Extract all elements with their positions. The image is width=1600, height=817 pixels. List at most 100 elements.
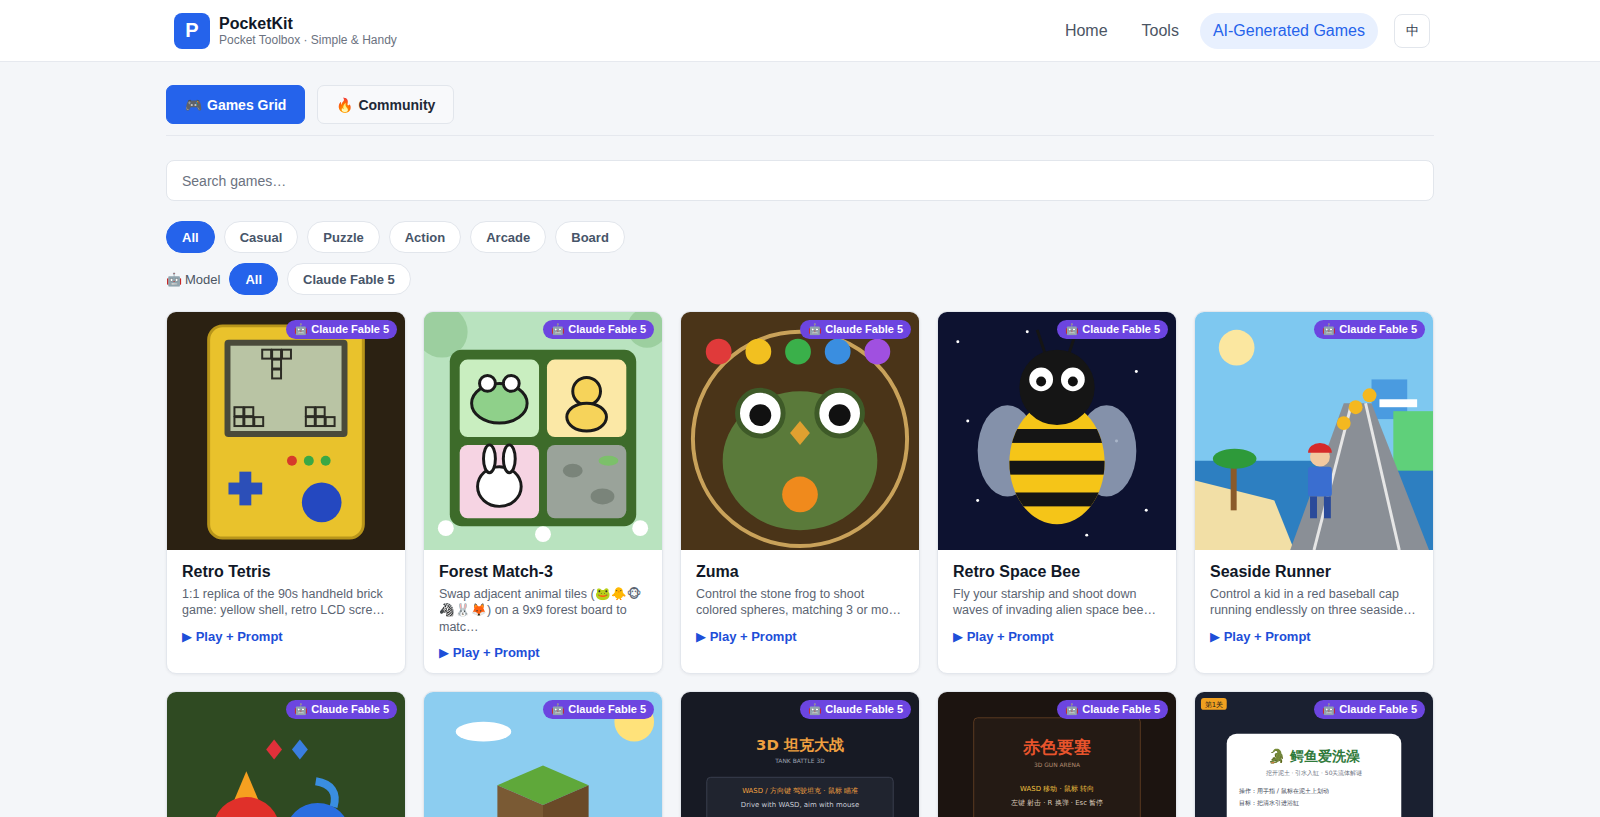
game-card[interactable]: 🤖 Claude Fable 5	[166, 691, 406, 817]
brand-tagline: Pocket Toolbox · Simple & Handy	[219, 33, 397, 47]
game-card[interactable]: 第1关 🐊 鳄鱼爱洗澡挖开泥土 · 引水入缸 · 50关流体解谜操作：用手指 / …	[1194, 691, 1434, 817]
logo-icon: P	[174, 13, 210, 49]
category-chip[interactable]: Casual	[224, 221, 299, 253]
game-description: Fly your starship and shoot down waves o…	[953, 586, 1161, 619]
games-grid: 🤖 Claude Fable 5 Retro Tetris 1:1 replica …	[166, 311, 1434, 817]
model-badge: 🤖 Claude Fable 5	[286, 320, 397, 339]
play-prompt-link[interactable]: ▶ Play + Prompt	[1210, 629, 1418, 644]
tab-icon: 🔥	[336, 97, 353, 113]
model-badge: 🤖 Claude Fable 5	[800, 700, 911, 719]
category-filters: All CasualPuzzle Action Arcade Board	[166, 221, 1434, 253]
game-card[interactable]: 🤖 Claude Fable 5 Seaside Runner Control a …	[1194, 311, 1434, 674]
thumbnail-line: WASD / 方向键 驾驶坦克 · 鼠标 瞄准	[742, 787, 858, 795]
category-chip[interactable]: Puzzle	[307, 221, 379, 253]
header-inner: P PocketKitPocket Toolbox · Simple & Hand…	[166, 0, 1434, 61]
game-thumbnail[interactable]: 3D 坦克大战TANK BATTLE 3DWASD / 方向键 驾驶坦克 · 鼠…	[681, 692, 919, 817]
game-thumbnail[interactable]: 🤖 Claude Fable 5	[681, 312, 919, 550]
language-button[interactable]: 中	[1394, 14, 1430, 48]
view-tab[interactable]: 🔥 Community	[317, 85, 454, 124]
game-card[interactable]: 🤖 Claude Fable 5 Retro Tetris 1:1 replica …	[166, 311, 406, 674]
model-filters: 🤖Model All Claude Fable 5	[166, 263, 1434, 295]
main-nav: HomeToolsAI-Generated Games 中	[1052, 13, 1430, 49]
game-title: Seaside Runner	[1210, 563, 1418, 581]
card-body: Zuma Control the stone frog to shoot colo…	[681, 550, 919, 657]
game-thumbnail[interactable]: 第1关 🐊 鳄鱼爱洗澡挖开泥土 · 引水入缸 · 50关流体解谜操作：用手指 / …	[1195, 692, 1433, 817]
main-content: 🎮 Games Grid 🔥 Community All CasualPuzzle Acti…	[166, 62, 1434, 817]
play-prompt-link[interactable]: ▶ Play + Prompt	[182, 629, 390, 644]
game-thumbnail[interactable]: 赤色要塞3D GUN ARENAWASD 移动 · 鼠标 转向左键 射击 · R…	[938, 692, 1176, 817]
game-title: Retro Tetris	[182, 563, 390, 581]
play-prompt-link[interactable]: ▶ Play + Prompt	[439, 645, 647, 660]
category-chip[interactable]: All	[166, 221, 215, 253]
tab-icon: 🎮	[185, 97, 202, 113]
game-title: Forest Match-3	[439, 563, 647, 581]
game-card[interactable]: 3D 坦克大战TANK BATTLE 3DWASD / 方向键 驾驶坦克 · 鼠…	[680, 691, 920, 817]
thumbnail-subtitle: 挖开泥土 · 引水入缸 · 50关流体解谜	[1266, 769, 1363, 776]
game-description: 1:1 replica of the 90s handheld brick ga…	[182, 586, 390, 619]
nav-item[interactable]: Home	[1052, 13, 1121, 49]
model-badge: 🤖 Claude Fable 5	[1057, 320, 1168, 339]
brand[interactable]: P PocketKitPocket Toolbox · Simple & Hand…	[174, 13, 397, 49]
card-body: Seaside Runner Control a kid in a red bas…	[1195, 550, 1433, 657]
category-chip[interactable]: Action	[389, 221, 461, 253]
model-badge: 🤖 Claude Fable 5	[800, 320, 911, 339]
model-badge: 🤖 Claude Fable 5	[1057, 700, 1168, 719]
model-badge: 🤖 Claude Fable 5	[1314, 320, 1425, 339]
game-thumbnail[interactable]: 🤖 Claude Fable 5	[424, 312, 662, 550]
view-tab[interactable]: 🎮 Games Grid	[166, 85, 305, 124]
stone-frog-icon	[681, 312, 919, 550]
model-badge: 🤖 Claude Fable 5	[543, 700, 654, 719]
model-badge: 🤖 Claude Fable 5	[1314, 700, 1425, 719]
play-prompt-link[interactable]: ▶ Play + Prompt	[953, 629, 1161, 644]
category-chip[interactable]: Arcade	[470, 221, 546, 253]
game-thumbnail[interactable]: 🤖 Claude Fable 5	[167, 312, 405, 550]
brand-name: PocketKit	[219, 14, 397, 33]
space-bee-icon	[938, 312, 1176, 550]
animal-tiles-icon	[424, 312, 662, 550]
card-body: Retro Tetris 1:1 replica of the 90s handh…	[167, 550, 405, 657]
game-card[interactable]: 🤖 Claude Fable 5	[423, 691, 663, 817]
game-thumbnail[interactable]: 🤖 Claude Fable 5	[424, 692, 662, 817]
thumbnail-subtitle: 3D GUN ARENA	[1034, 761, 1081, 768]
game-card[interactable]: 🤖 Claude Fable 5 Zuma Control the stone fr…	[680, 311, 920, 674]
handheld-console-icon	[167, 312, 405, 550]
thumbnail-line: 操作：用手指 / 鼠标在泥土上划动	[1239, 787, 1329, 795]
model-chip[interactable]: All	[229, 263, 278, 295]
model-badge: 🤖 Claude Fable 5	[543, 320, 654, 339]
nav-item[interactable]: AI-Generated Games	[1200, 13, 1378, 49]
model-badge: 🤖 Claude Fable 5	[286, 700, 397, 719]
game-description: Swap adjacent animal tiles (🐸🐥🐵🦓🐰🦊) on a…	[439, 586, 647, 635]
thumbnail-title: 赤色要塞	[1022, 737, 1091, 757]
tab-label: Games Grid	[207, 97, 286, 113]
thumbnail-title: 🐊 鳄鱼爱洗澡	[1268, 747, 1360, 765]
game-thumbnail[interactable]: 🤖 Claude Fable 5	[938, 312, 1176, 550]
level-tag: 第1关	[1205, 701, 1223, 709]
model-label: 🤖Model	[166, 272, 220, 287]
game-description: Control a kid in a red baseball cap runn…	[1210, 586, 1418, 619]
game-card[interactable]: 赤色要塞3D GUN ARENAWASD 移动 · 鼠标 转向左键 射击 · R…	[937, 691, 1177, 817]
top-header: P PocketKitPocket Toolbox · Simple & Hand…	[0, 0, 1600, 62]
search-input[interactable]	[166, 160, 1434, 201]
category-chip[interactable]: Board	[555, 221, 625, 253]
brand-text: PocketKitPocket Toolbox · Simple & Handy	[219, 14, 397, 48]
play-prompt-link[interactable]: ▶ Play + Prompt	[696, 629, 904, 644]
thumbnail-line: 目标：把清水引进浴缸	[1239, 799, 1299, 807]
thumbnail-subtitle: TANK BATTLE 3D	[774, 757, 825, 764]
game-thumbnail[interactable]: 🤖 Claude Fable 5	[167, 692, 405, 817]
robot-icon: 🤖	[166, 272, 182, 287]
game-title: Zuma	[696, 563, 904, 581]
view-tabs: 🎮 Games Grid 🔥 Community	[166, 85, 1434, 136]
game-card[interactable]: 🤖 Claude Fable 5 Retro Space Bee Fly your …	[937, 311, 1177, 674]
game-description: Control the stone frog to shoot colored …	[696, 586, 904, 619]
model-chip[interactable]: Claude Fable 5	[287, 263, 411, 295]
thumbnail-line: Drive with WASD, aim with mouse	[741, 801, 859, 809]
nav-item[interactable]: Tools	[1129, 13, 1192, 49]
game-title: Retro Space Bee	[953, 563, 1161, 581]
runner-kid-icon	[1195, 312, 1433, 550]
game-card[interactable]: 🤖 Claude Fable 5 Forest Match-3 Swap adjac…	[423, 311, 663, 674]
card-body: Forest Match-3 Swap adjacent animal tiles…	[424, 550, 662, 673]
thumbnail-line: 左键 射击 · R 换弹 · Esc 暂停	[1011, 799, 1103, 807]
card-body: Retro Space Bee Fly your starship and sho…	[938, 550, 1176, 657]
tab-label: Community	[358, 97, 435, 113]
game-thumbnail[interactable]: 🤖 Claude Fable 5	[1195, 312, 1433, 550]
